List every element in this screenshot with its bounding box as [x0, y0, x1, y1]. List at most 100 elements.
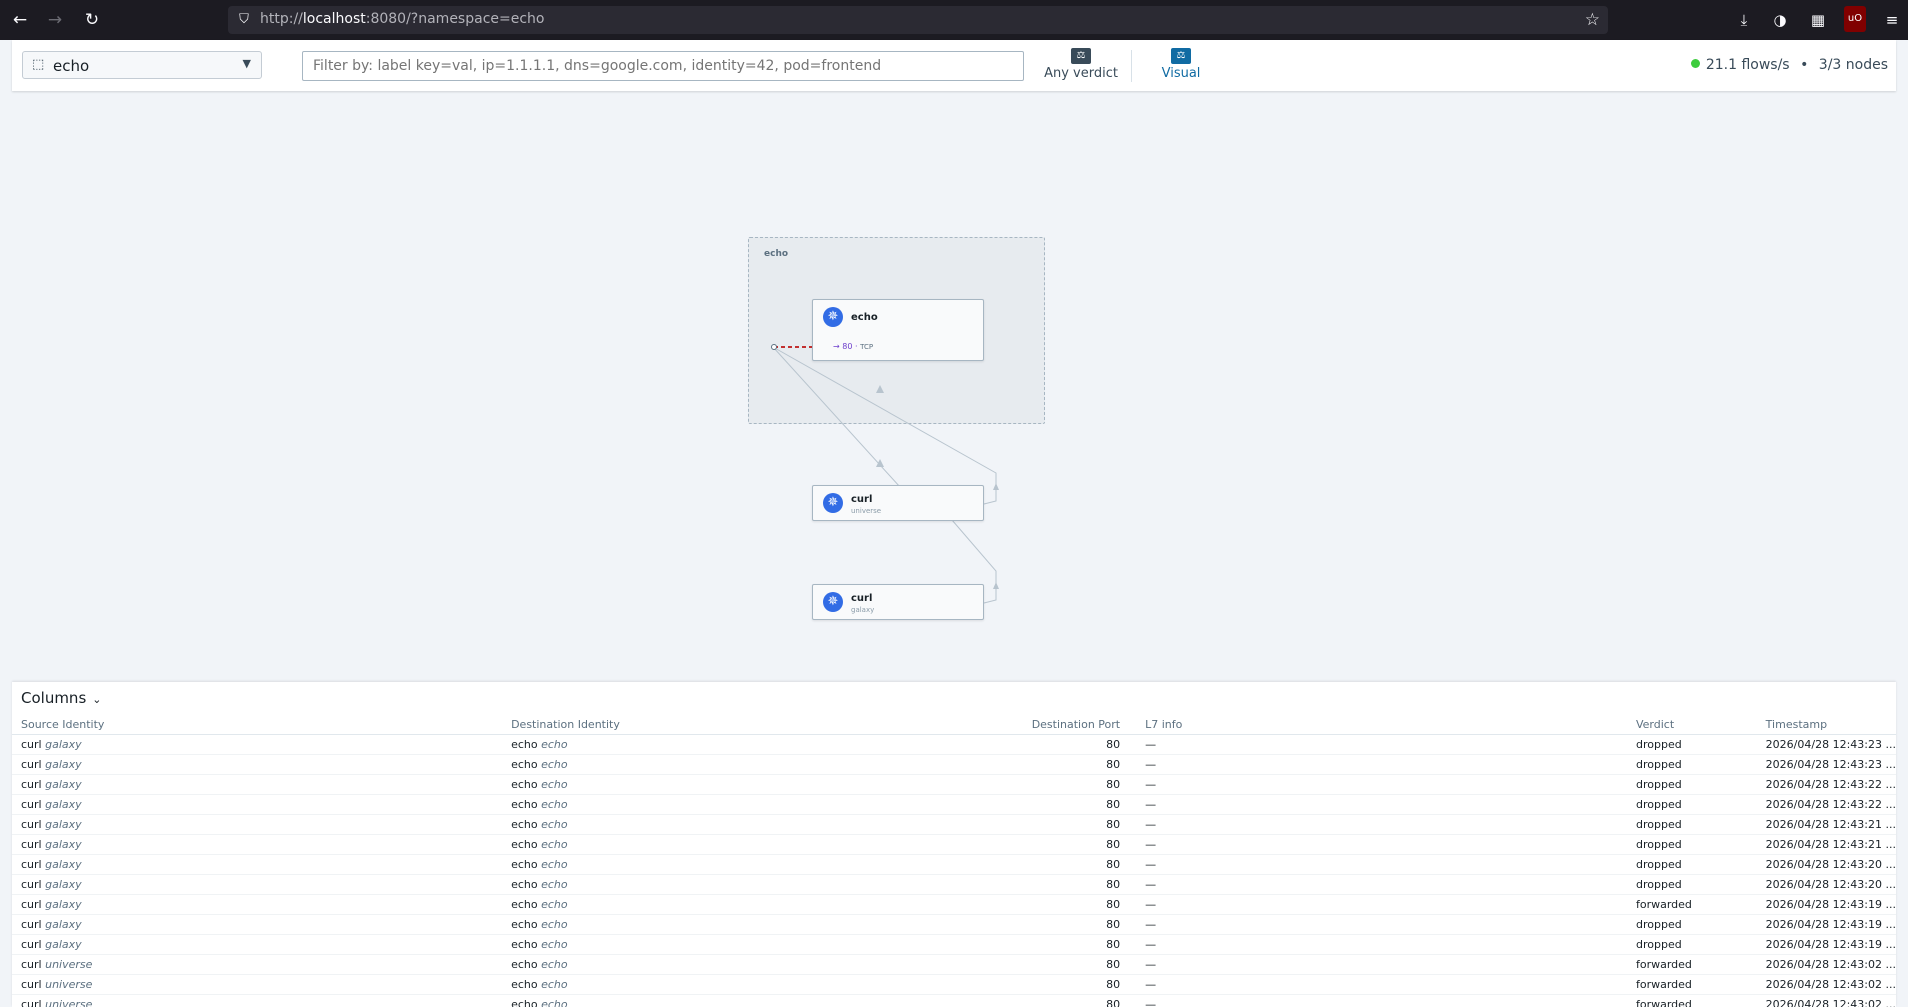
forward-arrow-icon[interactable]: → — [45, 10, 65, 30]
verdict-button[interactable]: ⚖ Any verdict — [1041, 48, 1121, 86]
source-name: curl — [21, 978, 42, 991]
cell-timestamp: 2026/04/28 12:43:20 ... — [1756, 854, 1896, 875]
source-namespace: galaxy — [45, 738, 82, 751]
service-card-echo[interactable]: ✵ echo → 80 · TCP — [812, 299, 984, 361]
cell-source: curl galaxy — [12, 854, 503, 875]
cell-port: 80 — [880, 734, 1137, 755]
cell-source: curl galaxy — [12, 894, 503, 915]
url-text[interactable]: http://localhost:8080/?namespace=echo — [260, 11, 544, 27]
source-name: curl — [21, 938, 42, 951]
table-row[interactable]: curl galaxy echo echo 80— dropped 2026/04/28… — [12, 754, 1896, 775]
toolbar-divider — [1131, 50, 1132, 82]
destination-namespace: echo — [541, 878, 568, 891]
cell-l7: — — [1136, 854, 1627, 875]
source-name: curl — [21, 898, 42, 911]
url-rest: :8080/?namespace=echo — [365, 11, 545, 27]
browser-toolbar: ← → ↻ ⛉ http://localhost:8080/?namespace… — [0, 0, 1908, 40]
source-name: curl — [21, 918, 42, 931]
destination-namespace: echo — [541, 758, 568, 771]
table-row[interactable]: curl galaxy echo echo 80— dropped 2026/04/28… — [12, 814, 1896, 835]
source-namespace: galaxy — [45, 818, 82, 831]
cell-verdict: dropped — [1626, 734, 1757, 755]
destination-name: echo — [511, 998, 538, 1007]
address-bar[interactable]: ⛉ http://localhost:8080/?namespace=echo … — [228, 6, 1608, 34]
cell-port: 80 — [880, 874, 1137, 895]
ublock-shield-icon[interactable]: uO — [1844, 6, 1866, 32]
table-row[interactable]: curl galaxy echo echo 80— dropped 2026/04/28… — [12, 794, 1896, 815]
puzzle-icon[interactable]: ▦ — [1808, 10, 1828, 30]
table-row[interactable]: curl galaxy echo echo 80— dropped 2026/04/28… — [12, 774, 1896, 795]
back-arrow-icon[interactable]: ← — [10, 10, 30, 30]
source-namespace: galaxy — [45, 778, 82, 791]
header-verdict[interactable]: Verdict — [1626, 714, 1757, 735]
header-port[interactable]: Destination Port — [880, 714, 1137, 735]
table-row[interactable]: curl galaxy echo echo 80— dropped 2026/04/28… — [12, 834, 1896, 855]
port-protocol: TCP — [860, 343, 874, 351]
destination-namespace: echo — [541, 998, 568, 1007]
destination-name: echo — [511, 938, 538, 951]
visual-icon: ⚖ — [1171, 48, 1191, 64]
source-namespace: universe — [45, 978, 93, 991]
destination-name: echo — [511, 838, 538, 851]
header-destination[interactable]: Destination Identity — [502, 714, 881, 735]
table-row[interactable]: curl universe echo echo 80— forwarded 2026/0… — [12, 994, 1896, 1007]
visual-label: Visual — [1161, 66, 1201, 81]
namespace-box-label: echo — [764, 249, 789, 259]
flows-table: Source Identity Destination Identity Des… — [12, 714, 1896, 1007]
cell-timestamp: 2026/04/28 12:43:22 ... — [1756, 794, 1896, 815]
destination-namespace: echo — [541, 778, 568, 791]
filter-input[interactable] — [302, 51, 1024, 81]
port-endpoint[interactable]: → 80 · TCP — [833, 342, 873, 351]
header-l7[interactable]: L7 info — [1136, 714, 1627, 735]
cell-destination: echo echo — [502, 794, 881, 815]
table-header-row: Source Identity Destination Identity Des… — [12, 714, 1896, 735]
extension-icon[interactable]: ◑ — [1770, 10, 1790, 30]
source-name: curl — [21, 838, 42, 851]
cell-timestamp: 2026/04/28 12:43:02 ... — [1756, 994, 1896, 1007]
service-card-curl-universe[interactable]: ✵ curl universe — [812, 485, 984, 521]
menu-icon[interactable]: ≡ — [1882, 10, 1902, 30]
source-namespace: universe — [45, 998, 93, 1007]
destination-name: echo — [511, 878, 538, 891]
destination-namespace: echo — [541, 898, 568, 911]
table-row[interactable]: curl galaxy echo echo 80— dropped 2026/04/28… — [12, 874, 1896, 895]
cell-port: 80 — [880, 974, 1137, 995]
table-row[interactable]: curl galaxy echo echo 80— dropped 2026/04/28… — [12, 934, 1896, 955]
cell-l7: — — [1136, 754, 1627, 775]
table-row[interactable]: curl galaxy echo echo 80— forwarded 2026/04/… — [12, 894, 1896, 915]
source-namespace: galaxy — [45, 918, 82, 931]
service-name: curl — [851, 593, 873, 604]
cell-destination: echo echo — [502, 974, 881, 995]
header-source[interactable]: Source Identity — [12, 714, 503, 735]
source-namespace: universe — [45, 958, 93, 971]
destination-name: echo — [511, 858, 538, 871]
bookmark-star-icon[interactable]: ☆ — [1585, 10, 1600, 30]
cell-l7: — — [1136, 774, 1627, 795]
source-name: curl — [21, 958, 42, 971]
shield-icon[interactable]: ⛉ — [236, 12, 252, 28]
table-row[interactable]: curl galaxy echo echo 80— dropped 2026/04/28… — [12, 734, 1896, 755]
table-row[interactable]: curl universe echo echo 80— forwarded 2026/0… — [12, 974, 1896, 995]
cell-port: 80 — [880, 954, 1137, 975]
cell-verdict: forwarded — [1626, 974, 1757, 995]
download-icon[interactable]: ⤓ — [1734, 10, 1754, 30]
destination-name: echo — [511, 978, 538, 991]
columns-button[interactable]: Columns ⌄ — [21, 689, 101, 707]
table-row[interactable]: curl galaxy echo echo 80— dropped 2026/04/28… — [12, 914, 1896, 935]
cell-source: curl galaxy — [12, 774, 503, 795]
table-row[interactable]: curl galaxy echo echo 80— dropped 2026/04/28… — [12, 854, 1896, 875]
cell-destination: echo echo — [502, 994, 881, 1007]
service-map[interactable]: echo ✵ echo → 80 · TCP ✵ curl universe ✵… — [0, 91, 1908, 681]
cell-port: 80 — [880, 934, 1137, 955]
source-name: curl — [21, 878, 42, 891]
cell-source: curl galaxy — [12, 934, 503, 955]
namespace-selector[interactable]: ⬚ echo ▼ — [22, 51, 262, 79]
service-card-curl-galaxy[interactable]: ✵ curl galaxy — [812, 584, 984, 620]
reload-icon[interactable]: ↻ — [82, 10, 102, 30]
table-row[interactable]: curl universe echo echo 80— forwarded 2026/0… — [12, 954, 1896, 975]
visual-button[interactable]: ⚖ Visual — [1146, 48, 1216, 86]
cell-source: curl galaxy — [12, 734, 503, 755]
header-timestamp[interactable]: Timestamp — [1756, 714, 1896, 735]
cell-timestamp: 2026/04/28 12:43:22 ... — [1756, 774, 1896, 795]
source-name: curl — [21, 738, 42, 751]
